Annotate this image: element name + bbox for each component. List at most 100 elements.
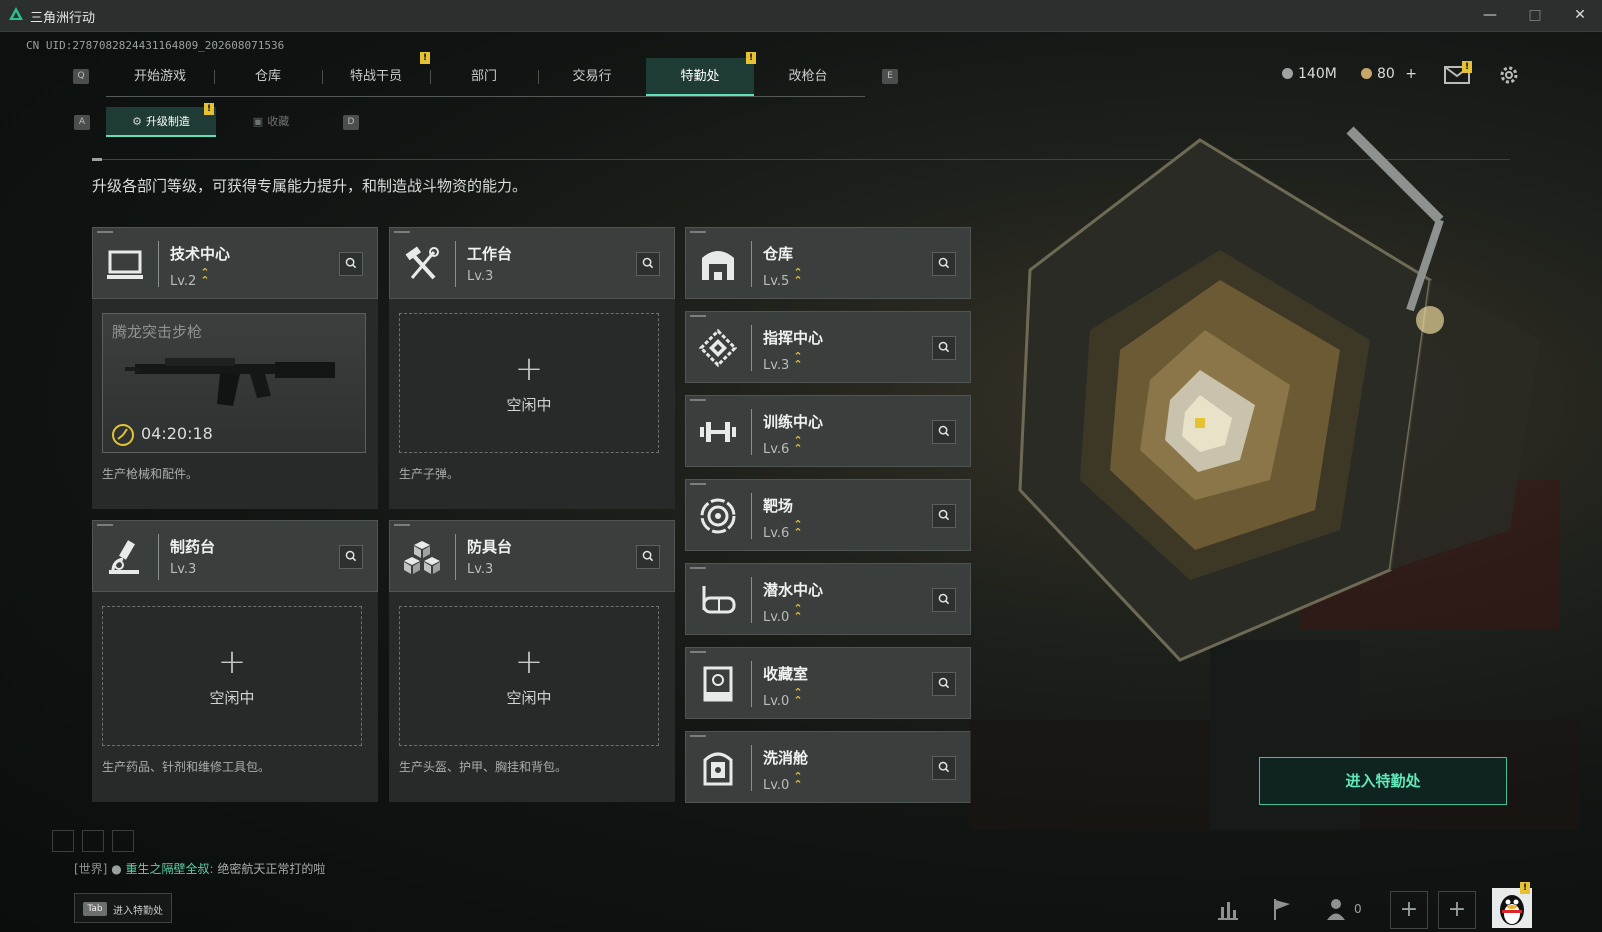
maximize-button[interactable]: □ [1521, 4, 1549, 26]
dept-level-value: Lv.0 [763, 610, 790, 625]
tab-special-ops[interactable]: 特勤处 [646, 58, 754, 96]
stats-chart-icon[interactable] [1212, 893, 1244, 925]
tab-start-game[interactable]: 开始游戏 [106, 58, 214, 96]
card-header: 收藏室 Lv.0⌃ ⌃ [685, 647, 971, 719]
dept-description: 生产药品、针剂和维修工具包。 [102, 760, 271, 774]
plus-icon: + [217, 642, 247, 682]
microscope-icon [109, 540, 139, 574]
dept-name: 收藏室 [763, 665, 809, 683]
dept-card-training-center[interactable]: 训练中心 Lv.6⌃ ⌃ [685, 395, 971, 467]
search-icon [938, 425, 950, 437]
search-button[interactable] [932, 756, 956, 780]
minimap-cell [112, 830, 134, 852]
dumbbell-icon [700, 422, 736, 442]
dept-level: Lv.3 [170, 562, 197, 577]
upgrade-available-icon: ⌃ ⌃ [200, 266, 210, 287]
window-title: 三角洲行动 [30, 11, 96, 26]
chat-separator: : [209, 862, 214, 876]
tab-warehouse[interactable]: 仓库 [214, 58, 322, 96]
dept-card-workbench[interactable]: 工作台 Lv.3 + 空闲中 生产子弹。 [389, 227, 675, 509]
chat-user[interactable]: 重生之隔壁全叔 [126, 862, 210, 876]
chat-channel: [世界] [74, 862, 108, 876]
minimize-button[interactable]: — [1476, 4, 1504, 26]
dept-level: Lv.5⌃ ⌃ [763, 267, 803, 289]
page-description: 升级各部门等级，可获得专属能力提升，和制造战斗物资的能力。 [92, 177, 528, 195]
tab-operators[interactable]: 特战干员 [322, 58, 430, 96]
tab-key: Tab [83, 902, 107, 916]
search-button[interactable] [932, 420, 956, 444]
search-icon [345, 257, 357, 269]
add-slot-button[interactable]: + [1438, 891, 1476, 929]
search-icon [938, 509, 950, 521]
game-window: 三角洲行动 — □ ✕ CN UID:2787082824431164809_2… [0, 0, 1602, 932]
diving-mask-icon [702, 586, 736, 614]
add-slot-button[interactable]: + [1390, 891, 1428, 929]
currency-coins: 140M [1282, 66, 1337, 82]
divider-accent [92, 158, 102, 161]
search-button[interactable] [932, 504, 956, 528]
tab-departments[interactable]: 部门 [430, 58, 538, 96]
tab-gunsmith[interactable]: 改枪台 [754, 58, 862, 96]
currency-tickets: 80 + [1361, 66, 1417, 82]
empty-production-slot[interactable]: + 空闲中 [399, 313, 659, 453]
rifle-image [125, 358, 335, 406]
settings-gear-icon[interactable] [1498, 64, 1520, 86]
search-button[interactable] [636, 545, 660, 569]
tab-hint-button[interactable]: Tab 进入特勤处 [74, 893, 172, 923]
friends-icon[interactable] [1322, 893, 1354, 925]
dept-description: 生产子弹。 [399, 467, 460, 481]
dept-card-pharmacy[interactable]: 制药台 Lv.3 + 空闲中 生产药品、针剂和维修工具包。 [92, 520, 378, 802]
search-button[interactable] [932, 336, 956, 360]
dept-card-command-center[interactable]: 指挥中心 Lv.3⌃ ⌃ [685, 311, 971, 383]
empty-production-slot[interactable]: + 空闲中 [399, 606, 659, 746]
dept-card-warehouse[interactable]: 仓库 Lv.5⌃ ⌃ [685, 227, 971, 299]
search-icon [642, 257, 654, 269]
dept-card-armor-bench[interactable]: 防具台 Lv.3 + 空闲中 生产头盔、护甲、胸挂和背包。 [389, 520, 675, 802]
dept-card-decon-pod[interactable]: 洗消舱 Lv.0⌃ ⌃ [685, 731, 971, 803]
dept-card-tech-center[interactable]: 技术中心 Lv.2⌃ ⌃ 腾龙突击步枪 04:20:18 生产枪械和配件。 [92, 227, 378, 509]
search-button[interactable] [932, 588, 956, 612]
search-button[interactable] [339, 545, 363, 569]
enter-special-ops-button[interactable]: 进入特勤处 [1259, 757, 1507, 805]
dept-level: Lv.6⌃ ⌃ [763, 519, 803, 541]
dept-name: 工作台 [467, 245, 513, 263]
dept-card-collection-room[interactable]: 收藏室 Lv.0⌃ ⌃ [685, 647, 971, 719]
subtab-collection[interactable]: ▣ 收藏 [216, 107, 326, 137]
add-tickets-button[interactable]: + [1405, 66, 1417, 82]
collection-icon: ▣ [252, 115, 264, 128]
dept-name: 防具台 [467, 538, 513, 556]
dept-card-shooting-range[interactable]: 靶场 Lv.6⌃ ⌃ [685, 479, 971, 551]
timer-icon [112, 424, 134, 446]
subnav-key-left: A [74, 115, 90, 130]
dept-card-diving-center[interactable]: 潜水中心 Lv.0⌃ ⌃ [685, 563, 971, 635]
search-button[interactable] [339, 252, 363, 276]
dept-name: 洗消舱 [763, 749, 809, 767]
avatar[interactable] [1492, 888, 1532, 928]
dept-level-value: Lv.0 [763, 694, 790, 709]
card-header: 制药台 Lv.3 [92, 520, 378, 592]
friends-count: 0 [1354, 902, 1362, 916]
world-chat-line[interactable]: [世界] ● 重生之隔壁全叔: 绝密航天正常打的啦 [74, 860, 325, 877]
slot-status: 空闲中 [506, 689, 552, 707]
subtab-upgrade-craft[interactable]: ⚙ 升级制造 [106, 107, 216, 137]
chat-message: 绝密航天正常打的啦 [217, 862, 326, 876]
empty-production-slot[interactable]: + 空闲中 [102, 606, 362, 746]
tab-trading[interactable]: 交易行 [538, 58, 646, 96]
search-button[interactable] [636, 252, 660, 276]
production-slot[interactable]: 腾龙突击步枪 04:20:18 [102, 313, 366, 453]
search-icon [938, 593, 950, 605]
search-button[interactable] [932, 672, 956, 696]
title-bar: 三角洲行动 — □ ✕ [0, 0, 1602, 32]
warehouse-icon [702, 251, 734, 280]
nav-key-right: E [882, 69, 898, 84]
decon-pod-icon [703, 752, 733, 786]
production-item-name: 腾龙突击步枪 [112, 323, 203, 341]
dept-name: 仓库 [763, 245, 794, 263]
dept-level: Lv.3⌃ ⌃ [763, 351, 803, 373]
card-header: 工作台 Lv.3 [389, 227, 675, 299]
card-header: 技术中心 Lv.2⌃ ⌃ [92, 227, 378, 299]
close-button[interactable]: ✕ [1566, 4, 1594, 26]
search-button[interactable] [932, 252, 956, 276]
target-icon [700, 498, 736, 534]
flag-icon[interactable] [1266, 893, 1298, 925]
